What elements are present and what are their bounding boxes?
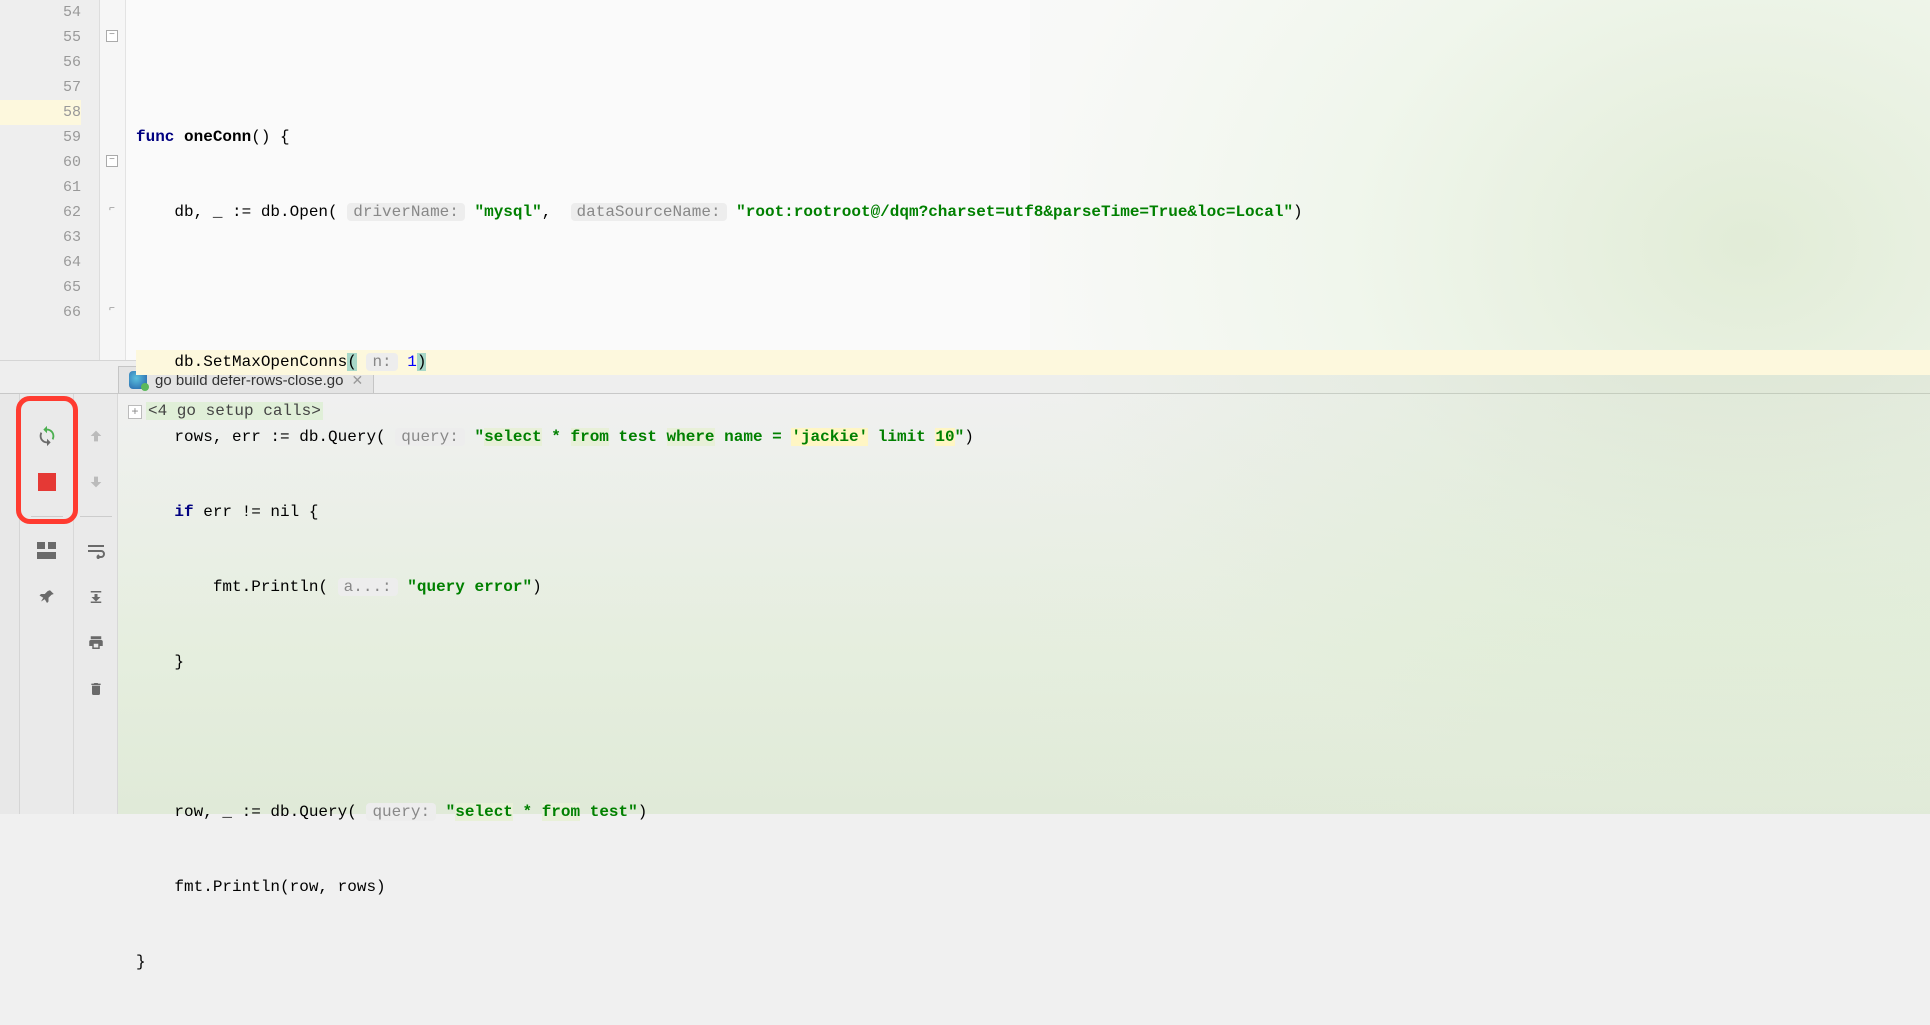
print-icon (86, 634, 106, 652)
sql-keyword: from (542, 803, 580, 821)
down-button[interactable] (82, 468, 110, 496)
number-literal: 1 (407, 353, 417, 371)
up-button[interactable] (82, 422, 110, 450)
line-number[interactable]: 65 (0, 275, 81, 300)
line-number[interactable]: 54 (0, 0, 81, 25)
line-number[interactable]: 57 (0, 75, 81, 100)
arrow-up-icon (88, 428, 104, 444)
line-number[interactable]: 61 (0, 175, 81, 200)
param-hint: a...: (338, 578, 398, 596)
code-text: db.SetMaxOpenConns (174, 353, 347, 371)
fold-toggle-icon[interactable]: − (106, 30, 118, 42)
code-text: ) (638, 803, 648, 821)
string-literal: "mysql" (474, 203, 541, 221)
string-quote: " (628, 803, 638, 821)
string-literal: "root:rootroot@/dqm?charset=utf8&parseTi… (736, 203, 1293, 221)
stop-icon (38, 473, 56, 491)
fold-end-icon: ⌐ (106, 305, 118, 317)
sql-keyword: where (667, 428, 715, 446)
sql-keyword: select (455, 803, 513, 821)
arrow-down-icon (88, 474, 104, 490)
keyword: if (174, 503, 193, 521)
scroll-end-icon (87, 588, 105, 606)
pin-button[interactable] (33, 583, 61, 611)
code-text: test (609, 428, 667, 446)
run-toolbar-secondary (74, 394, 118, 814)
code-area[interactable]: func oneConn() { db, _ := db.Open( drive… (126, 0, 1930, 360)
code-text: rows, err := db.Query( (174, 428, 385, 446)
code-text: , (542, 203, 552, 221)
code-text: err != nil { (194, 503, 319, 521)
line-number[interactable]: 58 (0, 100, 81, 125)
code-text (868, 428, 878, 446)
code-text: = (772, 428, 791, 446)
layout-button[interactable] (33, 537, 61, 565)
code-text: ) (532, 578, 542, 596)
stop-button[interactable] (33, 468, 61, 496)
code-text: * (513, 803, 542, 821)
code-text: ) (964, 428, 974, 446)
toolbar-divider (80, 516, 112, 517)
clear-button[interactable] (82, 675, 110, 703)
pin-icon (38, 588, 56, 606)
code-text: name (715, 428, 773, 446)
print-button[interactable] (82, 629, 110, 657)
line-number[interactable]: 62 (0, 200, 81, 225)
editor: 54 55 56 57 58 59 60 61 62 63 64 65 66 −… (0, 0, 1930, 360)
rerun-button[interactable] (33, 422, 61, 450)
string-quote: " (474, 428, 484, 446)
line-number[interactable]: 56 (0, 50, 81, 75)
code-text: } (174, 653, 184, 671)
code-text: () { (251, 128, 289, 146)
toolbar-divider (31, 516, 63, 517)
string-quote: " (446, 803, 456, 821)
annotation-highlight (16, 396, 78, 524)
param-hint: query: (366, 803, 436, 821)
soft-wrap-icon (86, 543, 106, 559)
string-literal: "query error" (407, 578, 532, 596)
code-text: row, _ := db.Query( (174, 803, 356, 821)
code-text: fmt.Println(row, rows) (174, 878, 385, 896)
keyword: func (136, 128, 174, 146)
code-text: limit (878, 428, 936, 446)
fold-end-icon: ⌐ (106, 205, 118, 217)
function-name: oneConn (184, 128, 251, 146)
line-number[interactable]: 55 (0, 25, 81, 50)
fold-toggle-icon[interactable]: − (106, 155, 118, 167)
rerun-icon (36, 425, 58, 447)
line-number[interactable]: 59 (0, 125, 81, 150)
scroll-to-end-button[interactable] (82, 583, 110, 611)
fold-column[interactable]: − − ⌐ ⌐ (100, 0, 126, 360)
code-text: fmt.Println( (213, 578, 328, 596)
code-text: * (542, 428, 571, 446)
line-number-gutter[interactable]: 54 55 56 57 58 59 60 61 62 63 64 65 66 (0, 0, 100, 360)
sql-keyword: select (484, 428, 542, 446)
matched-bracket: ( (347, 353, 357, 371)
param-hint: n: (366, 353, 397, 371)
matched-bracket: ) (417, 353, 427, 371)
left-tool-strip[interactable]: 7: Structure (0, 394, 20, 814)
param-hint: query: (395, 428, 465, 446)
soft-wrap-button[interactable] (82, 537, 110, 565)
code-text: ) (1293, 203, 1303, 221)
line-number[interactable]: 60 (0, 150, 81, 175)
current-line: db.SetMaxOpenConns( n: 1) (136, 350, 1930, 375)
layout-icon (37, 542, 57, 560)
param-hint: driverName: (347, 203, 465, 221)
sql-keyword: from (571, 428, 609, 446)
string-quote: " (955, 428, 965, 446)
code-text: } (136, 953, 146, 971)
run-toolbar-primary (20, 394, 74, 814)
sql-value: 'jackie' (791, 428, 868, 446)
line-number[interactable]: 63 (0, 225, 81, 250)
line-number[interactable]: 64 (0, 250, 81, 275)
trash-icon (88, 679, 104, 699)
param-hint: dataSourceName: (571, 203, 727, 221)
code-text: test (580, 803, 628, 821)
structure-tab[interactable]: 7: Structure (0, 742, 2, 804)
sql-value: 10 (935, 428, 954, 446)
code-text: db, _ := db.Open( (174, 203, 337, 221)
line-number[interactable]: 66 (0, 300, 81, 325)
